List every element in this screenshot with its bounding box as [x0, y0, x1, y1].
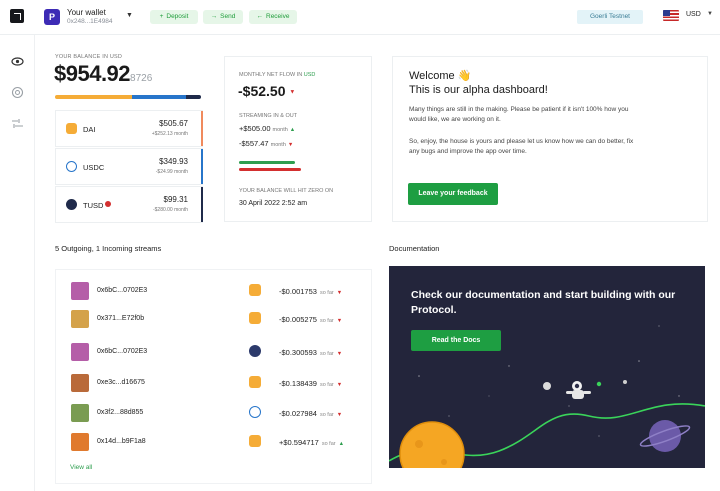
caret-down-icon: ▼ [336, 290, 343, 296]
caret-down-icon: ▼ [336, 382, 343, 388]
feedback-button[interactable]: Leave your feedback [408, 183, 498, 205]
stream-row[interactable]: 0x14d...b9F1a8 +$0.594717 so far ▲ [56, 433, 373, 461]
wallet-name[interactable]: Your wallet [67, 8, 106, 17]
wallet-avatar[interactable]: P [44, 9, 60, 25]
welcome-paragraph-2: So, enjoy, the house is yours and please… [409, 138, 634, 155]
streaming-label: STREAMING IN & OUT [239, 113, 298, 119]
currency-selector[interactable]: USD [686, 11, 701, 18]
net-flow-amount: -$52.50 ▼ [238, 83, 296, 99]
stream-address: 0x6bC...0702E3 [97, 348, 148, 355]
docs-title: Documentation [389, 244, 440, 253]
monthly-flow-card: MONTHLY NET FLOW IN USD -$52.50 ▼ STREAM… [224, 56, 372, 222]
zero-date-label: YOUR BALANCE WILL HIT ZERO ON [239, 188, 334, 194]
receive-button[interactable]: ← Receive [249, 10, 297, 24]
token-card-dai[interactable]: DAI $505.67 +$252.13 month [55, 110, 203, 147]
welcome-title: Welcome 👋 [409, 70, 472, 82]
identicon-avatar [71, 433, 89, 451]
chevron-down-icon[interactable]: ▼ [707, 11, 713, 17]
stream-amount: -$0.027984 so far ▼ [279, 409, 343, 418]
net-flow-label: MONTHLY NET FLOW IN USD [239, 72, 316, 78]
coin-icon[interactable] [11, 86, 24, 99]
us-flag-icon[interactable] [663, 10, 679, 21]
stream-amount: -$0.001753 so far ▼ [279, 287, 343, 296]
token-card-usdc[interactable]: USDC $349.93 -$24.99 month [55, 148, 203, 185]
token-icon [249, 376, 261, 388]
token-icon [249, 345, 261, 357]
stream-amount: -$0.138439 so far ▼ [279, 379, 343, 388]
plus-icon: + [159, 13, 164, 20]
welcome-subtitle: This is our alpha dashboard! [409, 84, 548, 96]
stream-address: 0x6bC...0702E3 [97, 287, 148, 294]
tusd-icon [66, 199, 77, 210]
streams-title: 5 Outgoing, 1 Incoming streams [55, 244, 162, 253]
token-icon [249, 406, 261, 418]
welcome-paragraph-1: Many things are still in the making. Ple… [409, 106, 629, 123]
stream-amount: +$0.594717 so far ▲ [279, 438, 345, 447]
streams-icon[interactable] [11, 117, 24, 130]
stream-address: 0x3f2...88d855 [97, 409, 144, 416]
arrow-right-icon: → [210, 13, 218, 20]
docs-card: Check our documentation and start buildi… [389, 266, 705, 468]
dai-icon [66, 123, 77, 134]
identicon-avatar [71, 343, 89, 361]
chevron-down-icon[interactable]: ▼ [126, 12, 133, 19]
caret-down-icon: ▼ [287, 142, 294, 148]
token-icon [249, 435, 261, 447]
docs-headline: Check our documentation and start buildi… [411, 289, 676, 316]
bar-segment-dai [55, 95, 133, 99]
wallet-address: 0x248...1E4984 [67, 18, 113, 25]
caret-up-icon: ▲ [289, 127, 296, 133]
flow-in-row: +$505.00 month ▲ [239, 124, 296, 133]
stream-row[interactable]: 0x371...E72f0b -$0.005275 so far ▼ [56, 310, 373, 338]
zero-date: 30 April 2022 2:52 am [239, 200, 308, 207]
stream-row[interactable]: 0x6bC...0702E3 -$0.300593 so far ▼ [56, 343, 373, 371]
identicon-avatar [71, 374, 89, 392]
caret-down-icon: ▼ [336, 412, 343, 418]
top-bar: P Your wallet 0x248...1E4984 ▼ + Deposit … [0, 0, 720, 35]
eye-icon[interactable] [11, 55, 24, 68]
read-docs-button[interactable]: Read the Docs [411, 330, 501, 351]
caret-down-icon: ▼ [289, 89, 296, 96]
token-card-tusd[interactable]: TUSD $99.31 -$280.00 month [55, 186, 203, 223]
caret-down-icon: ▼ [336, 318, 343, 324]
balance-distribution-bar [55, 95, 201, 99]
caret-up-icon: ▲ [338, 441, 345, 447]
balance-fraction: 8726 [130, 73, 153, 84]
stream-row[interactable]: 0x6bC...0702E3 -$0.001753 so far ▼ [56, 282, 373, 310]
send-button[interactable]: → Send [203, 10, 243, 24]
identicon-avatar [71, 310, 89, 328]
stream-address: 0xe3c...d16675 [97, 379, 145, 386]
stream-row[interactable]: 0xe3c...d16675 -$0.138439 so far ▼ [56, 374, 373, 402]
usdc-icon [66, 161, 77, 172]
caret-down-icon: ▼ [336, 351, 343, 357]
identicon-avatar [71, 404, 89, 422]
stream-row[interactable]: 0x3f2...88d855 -$0.027984 so far ▼ [56, 404, 373, 432]
bar-segment-usdc [132, 95, 187, 99]
stream-address: 0x371...E72f0b [97, 315, 145, 322]
balance-amount: $954.928726 [54, 61, 153, 86]
app-logo[interactable] [10, 9, 24, 23]
stream-address: 0x14d...b9F1a8 [97, 438, 146, 445]
flow-out-row: -$557.47 month ▼ [239, 139, 294, 148]
identicon-avatar [71, 282, 89, 300]
flow-out-bar [239, 168, 301, 171]
view-all-link[interactable]: View all [70, 464, 92, 471]
balance-label: YOUR BALANCE IN USD [55, 54, 123, 60]
flow-in-bar [239, 161, 295, 164]
stream-amount: -$0.300593 so far ▼ [279, 348, 343, 357]
arrow-left-icon: ← [256, 13, 264, 20]
welcome-card: Welcome 👋 This is our alpha dashboard! M… [392, 56, 708, 222]
deposit-button[interactable]: + Deposit [150, 10, 198, 24]
token-icon [249, 284, 261, 296]
sidebar [0, 35, 35, 491]
network-badge[interactable]: Goerli Testnet [577, 10, 643, 24]
warning-dot-icon [105, 201, 111, 207]
bar-segment-tusd [186, 95, 201, 99]
token-icon [249, 312, 261, 324]
streams-list: 0x6bC...0702E3 -$0.001753 so far ▼ 0x371...E… [55, 269, 372, 484]
stream-amount: -$0.005275 so far ▼ [279, 315, 343, 324]
